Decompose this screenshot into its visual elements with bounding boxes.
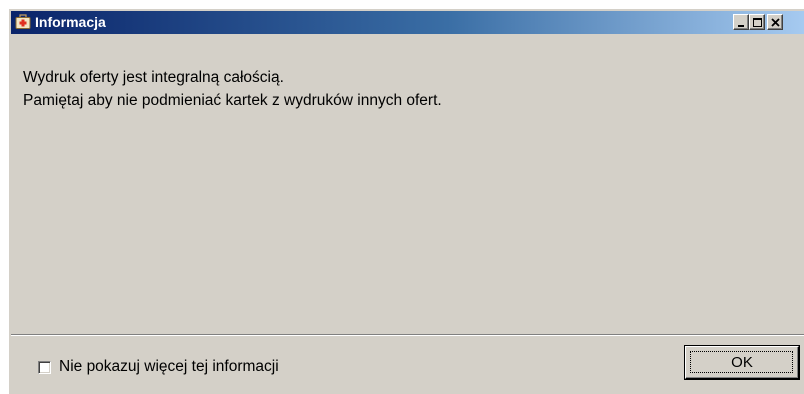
message-text: Wydruk oferty jest integralną całością. … [23,66,442,112]
minimize-icon [738,25,744,27]
dont-show-again-label: Nie pokazuj więcej tej informacji [59,358,279,375]
close-button[interactable] [767,14,783,30]
title-bar[interactable]: Informacja [11,11,804,34]
message-line-1: Wydruk oferty jest integralną całością. [23,69,284,86]
maximize-icon [753,18,762,27]
ok-button[interactable]: OK [685,346,799,379]
close-icon [771,18,780,27]
footer-separator [11,334,804,336]
focus-rectangle [690,351,793,373]
minimize-button[interactable] [733,14,749,30]
dont-show-again-option[interactable]: Nie pokazuj więcej tej informacji [38,356,279,378]
maximize-button[interactable] [749,14,765,30]
dont-show-again-checkbox[interactable] [38,360,51,374]
dialog-title: Informacja [35,14,106,30]
message-line-2: Pamiętaj aby nie podmieniać kartek z wyd… [23,92,442,109]
information-dialog: Informacja Wydruk oferty jest integralną… [8,8,804,394]
medical-kit-icon [15,14,31,30]
